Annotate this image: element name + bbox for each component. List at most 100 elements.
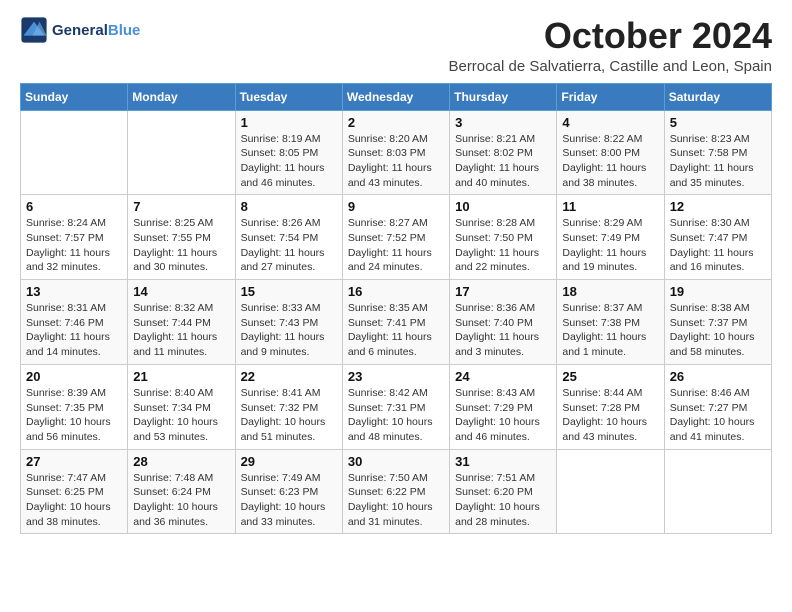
day-number: 13 (26, 284, 122, 299)
day-detail: Sunrise: 8:39 AM Sunset: 7:35 PM Dayligh… (26, 386, 122, 445)
calendar-cell: 17 Sunrise: 8:36 AM Sunset: 7:40 PM Dayli… (450, 280, 557, 365)
calendar-cell: 30 Sunrise: 7:50 AM Sunset: 6:22 PM Dayli… (342, 449, 449, 534)
logo: GeneralBlue (20, 16, 140, 44)
calendar-cell: 19Sunrise: 8:38 AM Sunset: 7:37 PM Dayli… (664, 280, 771, 365)
day-detail: Sunrise: 8:41 AM Sunset: 7:32 PM Dayligh… (241, 386, 337, 445)
day-detail: Sunrise: 8:36 AM Sunset: 7:40 PM Dayligh… (455, 301, 551, 360)
day-detail: Sunrise: 8:29 AM Sunset: 7:49 PM Dayligh… (562, 216, 658, 275)
page-title: October 2024 (448, 16, 772, 56)
calendar-cell: 21 Sunrise: 8:40 AM Sunset: 7:34 PM Dayli… (128, 364, 235, 449)
day-number: 16 (348, 284, 444, 299)
day-number: 14 (133, 284, 229, 299)
calendar-cell (557, 449, 664, 534)
day-detail: Sunrise: 8:37 AM Sunset: 7:38 PM Dayligh… (562, 301, 658, 360)
calendar-cell: 1Sunrise: 8:19 AM Sunset: 8:05 PM Daylig… (235, 110, 342, 195)
day-detail: Sunrise: 8:40 AM Sunset: 7:34 PM Dayligh… (133, 386, 229, 445)
day-detail: Sunrise: 8:43 AM Sunset: 7:29 PM Dayligh… (455, 386, 551, 445)
day-detail: Sunrise: 7:51 AM Sunset: 6:20 PM Dayligh… (455, 471, 551, 530)
day-number: 30 (348, 454, 444, 469)
calendar-cell: 4 Sunrise: 8:22 AM Sunset: 8:00 PM Daylig… (557, 110, 664, 195)
calendar-cell (664, 449, 771, 534)
day-number: 26 (670, 369, 766, 384)
day-detail: Sunrise: 8:30 AM Sunset: 7:47 PM Dayligh… (670, 216, 766, 275)
weekday-header: Saturday (664, 83, 771, 110)
day-detail: Sunrise: 7:50 AM Sunset: 6:22 PM Dayligh… (348, 471, 444, 530)
day-detail: Sunrise: 8:33 AM Sunset: 7:43 PM Dayligh… (241, 301, 337, 360)
day-detail: Sunrise: 8:32 AM Sunset: 7:44 PM Dayligh… (133, 301, 229, 360)
calendar-cell: 18 Sunrise: 8:37 AM Sunset: 7:38 PM Dayli… (557, 280, 664, 365)
calendar-cell: 10 Sunrise: 8:28 AM Sunset: 7:50 PM Dayli… (450, 195, 557, 280)
day-detail: Sunrise: 8:22 AM Sunset: 8:00 PM Dayligh… (562, 132, 658, 191)
weekday-header: Tuesday (235, 83, 342, 110)
day-number: 28 (133, 454, 229, 469)
day-detail: Sunrise: 8:24 AM Sunset: 7:57 PM Dayligh… (26, 216, 122, 275)
day-number: 17 (455, 284, 551, 299)
calendar-cell: 23Sunrise: 8:42 AM Sunset: 7:31 PM Dayli… (342, 364, 449, 449)
calendar-cell: 25 Sunrise: 8:44 AM Sunset: 7:28 PM Dayli… (557, 364, 664, 449)
calendar-cell: 26 Sunrise: 8:46 AM Sunset: 7:27 PM Dayli… (664, 364, 771, 449)
day-detail: Sunrise: 8:35 AM Sunset: 7:41 PM Dayligh… (348, 301, 444, 360)
calendar-cell: 20 Sunrise: 8:39 AM Sunset: 7:35 PM Dayli… (21, 364, 128, 449)
calendar-cell: 29 Sunrise: 7:49 AM Sunset: 6:23 PM Dayli… (235, 449, 342, 534)
day-detail: Sunrise: 8:19 AM Sunset: 8:05 PM Dayligh… (241, 132, 337, 191)
calendar-cell (21, 110, 128, 195)
calendar-cell: 12 Sunrise: 8:30 AM Sunset: 7:47 PM Dayli… (664, 195, 771, 280)
day-number: 3 (455, 115, 551, 130)
calendar-header-row: SundayMondayTuesdayWednesdayThursdayFrid… (21, 83, 772, 110)
day-detail: Sunrise: 8:23 AM Sunset: 7:58 PM Dayligh… (670, 132, 766, 191)
calendar-cell: 28Sunrise: 7:48 AM Sunset: 6:24 PM Dayli… (128, 449, 235, 534)
page-header: GeneralBlue October 2024 Berrocal de Sal… (20, 16, 772, 75)
calendar-week-row: 13 Sunrise: 8:31 AM Sunset: 7:46 PM Dayli… (21, 280, 772, 365)
calendar-week-row: 27Sunrise: 7:47 AM Sunset: 6:25 PM Dayli… (21, 449, 772, 534)
day-number: 23 (348, 369, 444, 384)
calendar-cell: 9Sunrise: 8:27 AM Sunset: 7:52 PM Daylig… (342, 195, 449, 280)
calendar-cell: 2 Sunrise: 8:20 AM Sunset: 8:03 PM Daylig… (342, 110, 449, 195)
calendar-cell: 16 Sunrise: 8:35 AM Sunset: 7:41 PM Dayli… (342, 280, 449, 365)
day-number: 10 (455, 199, 551, 214)
day-detail: Sunrise: 7:47 AM Sunset: 6:25 PM Dayligh… (26, 471, 122, 530)
calendar-cell: 6Sunrise: 8:24 AM Sunset: 7:57 PM Daylig… (21, 195, 128, 280)
calendar-cell: 14 Sunrise: 8:32 AM Sunset: 7:44 PM Dayli… (128, 280, 235, 365)
weekday-header: Thursday (450, 83, 557, 110)
weekday-header: Sunday (21, 83, 128, 110)
calendar-cell: 11 Sunrise: 8:29 AM Sunset: 7:49 PM Dayli… (557, 195, 664, 280)
weekday-header: Friday (557, 83, 664, 110)
calendar-week-row: 1Sunrise: 8:19 AM Sunset: 8:05 PM Daylig… (21, 110, 772, 195)
logo-text: GeneralBlue (52, 22, 140, 39)
day-detail: Sunrise: 8:26 AM Sunset: 7:54 PM Dayligh… (241, 216, 337, 275)
day-number: 25 (562, 369, 658, 384)
calendar-table: SundayMondayTuesdayWednesdayThursdayFrid… (20, 83, 772, 535)
calendar-cell: 24Sunrise: 8:43 AM Sunset: 7:29 PM Dayli… (450, 364, 557, 449)
day-number: 20 (26, 369, 122, 384)
day-number: 15 (241, 284, 337, 299)
calendar-cell: 7 Sunrise: 8:25 AM Sunset: 7:55 PM Daylig… (128, 195, 235, 280)
day-number: 7 (133, 199, 229, 214)
day-detail: Sunrise: 8:27 AM Sunset: 7:52 PM Dayligh… (348, 216, 444, 275)
calendar-cell (128, 110, 235, 195)
day-detail: Sunrise: 8:21 AM Sunset: 8:02 PM Dayligh… (455, 132, 551, 191)
day-number: 5 (670, 115, 766, 130)
calendar-cell: 8Sunrise: 8:26 AM Sunset: 7:54 PM Daylig… (235, 195, 342, 280)
day-number: 31 (455, 454, 551, 469)
calendar-cell: 27Sunrise: 7:47 AM Sunset: 6:25 PM Dayli… (21, 449, 128, 534)
calendar-week-row: 20 Sunrise: 8:39 AM Sunset: 7:35 PM Dayli… (21, 364, 772, 449)
title-block: October 2024 Berrocal de Salvatierra, Ca… (448, 16, 772, 75)
day-detail: Sunrise: 7:49 AM Sunset: 6:23 PM Dayligh… (241, 471, 337, 530)
calendar-cell: 15 Sunrise: 8:33 AM Sunset: 7:43 PM Dayli… (235, 280, 342, 365)
day-number: 22 (241, 369, 337, 384)
day-number: 29 (241, 454, 337, 469)
day-number: 18 (562, 284, 658, 299)
day-detail: Sunrise: 8:28 AM Sunset: 7:50 PM Dayligh… (455, 216, 551, 275)
calendar-week-row: 6Sunrise: 8:24 AM Sunset: 7:57 PM Daylig… (21, 195, 772, 280)
day-detail: Sunrise: 8:25 AM Sunset: 7:55 PM Dayligh… (133, 216, 229, 275)
day-number: 11 (562, 199, 658, 214)
day-number: 12 (670, 199, 766, 214)
day-number: 4 (562, 115, 658, 130)
day-detail: Sunrise: 8:44 AM Sunset: 7:28 PM Dayligh… (562, 386, 658, 445)
day-detail: Sunrise: 8:20 AM Sunset: 8:03 PM Dayligh… (348, 132, 444, 191)
calendar-cell: 5 Sunrise: 8:23 AM Sunset: 7:58 PM Daylig… (664, 110, 771, 195)
day-number: 21 (133, 369, 229, 384)
day-detail: Sunrise: 8:46 AM Sunset: 7:27 PM Dayligh… (670, 386, 766, 445)
day-number: 2 (348, 115, 444, 130)
day-detail: Sunrise: 8:31 AM Sunset: 7:46 PM Dayligh… (26, 301, 122, 360)
